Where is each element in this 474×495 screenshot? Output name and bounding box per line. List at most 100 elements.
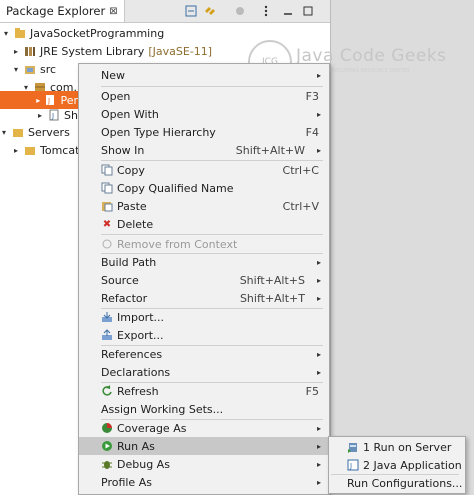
java-app-icon: J <box>347 459 359 471</box>
svg-text:J: J <box>349 462 352 470</box>
submenu-arrow-icon: ▸ <box>316 109 321 119</box>
menu-item-open-with[interactable]: Open With ▸ <box>79 105 329 123</box>
menu-item-copy[interactable]: Copy Ctrl+C <box>79 161 329 179</box>
submenu-arrow-icon: ▸ <box>316 477 321 487</box>
paste-icon <box>101 200 113 212</box>
tree-item-project[interactable]: ▾ JavaSocketProgramming <box>2 24 164 42</box>
delete-icon: ✖ <box>102 218 112 230</box>
collapse-all-icon[interactable] <box>183 3 199 19</box>
expand-arrow-icon[interactable]: ▸ <box>12 47 20 56</box>
expand-arrow-icon[interactable]: ▾ <box>0 128 8 137</box>
menu-item-refresh[interactable]: Refresh F5 <box>79 382 329 400</box>
maximize-icon[interactable] <box>300 3 316 19</box>
menu-label: Paste <box>117 199 147 213</box>
menu-item-paste[interactable]: Paste Ctrl+V <box>79 197 329 215</box>
menu-shortcut: F4 <box>305 125 319 139</box>
menu-label: Build Path <box>101 255 157 269</box>
expand-arrow-icon[interactable]: ▾ <box>2 29 10 38</box>
import-icon <box>101 311 113 323</box>
menu-label: New <box>101 68 125 82</box>
menu-shortcut: Shift+Alt+T <box>239 291 305 305</box>
menu-label: Show In <box>101 143 145 157</box>
coverage-icon <box>101 422 113 434</box>
menu-item-declarations[interactable]: Declarations ▸ <box>79 363 329 381</box>
menu-shortcut: Ctrl+V <box>282 199 319 213</box>
copy-icon <box>101 182 113 194</box>
menu-label: Coverage As <box>117 421 187 435</box>
tree-item-jre-library[interactable]: ▸ JRE System Library [JavaSE-11] <box>12 42 212 60</box>
menu-shortcut: Shift+Alt+W <box>235 143 305 157</box>
menu-item-build-path[interactable]: Build Path ▸ <box>79 253 329 271</box>
menu-label: Delete <box>117 217 154 231</box>
menu-shortcut: Shift+Alt+S <box>239 273 305 287</box>
debug-icon <box>101 458 113 470</box>
expand-arrow-icon[interactable]: ▸ <box>36 111 44 120</box>
menu-item-refactor[interactable]: Refactor Shift+Alt+T ▸ <box>79 289 329 307</box>
menu-item-coverage-as[interactable]: Coverage As ▸ <box>79 419 329 437</box>
menu-item-run-as[interactable]: Run As ▸ <box>79 437 329 455</box>
menu-label: Import... <box>117 310 164 324</box>
menu-item-show-in[interactable]: Show In Shift+Alt+W ▸ <box>79 141 329 159</box>
view-tab-bar: Package Explorer ⊠ <box>0 0 330 23</box>
submenu-label: Run Configurations... <box>347 476 463 490</box>
menu-shortcut: F3 <box>305 89 319 103</box>
view-menu-icon[interactable] <box>258 3 274 19</box>
submenu-item-run-on-server[interactable]: 1 Run on Server <box>329 438 465 456</box>
menu-label: Remove from Context <box>117 237 238 251</box>
tree-item-src[interactable]: ▾ src <box>12 60 56 78</box>
menu-label: Assign Working Sets... <box>101 402 224 416</box>
tree-label: JRE System Library <box>40 44 145 58</box>
tree-label: Per <box>60 93 78 107</box>
expand-arrow-icon[interactable]: ▸ <box>36 96 40 105</box>
submenu-arrow-icon: ▸ <box>316 441 321 451</box>
submenu-arrow-icon: ▸ <box>316 145 321 155</box>
run-icon <box>101 440 113 452</box>
menu-item-export[interactable]: Export... <box>79 326 329 344</box>
menu-label: Profile As <box>101 475 152 489</box>
menu-item-import[interactable]: Import... <box>79 308 329 326</box>
submenu-arrow-icon: ▸ <box>316 459 321 469</box>
menu-label: Refresh <box>117 384 159 398</box>
submenu-arrow-icon: ▸ <box>316 275 321 285</box>
context-menu: New ▸ Open F3 Open With ▸ Open Type Hier… <box>78 63 330 495</box>
link-with-editor-icon[interactable] <box>202 3 218 19</box>
menu-item-remove-from-context: Remove from Context <box>79 235 329 253</box>
expand-arrow-icon[interactable]: ▸ <box>12 146 20 155</box>
focus-icon[interactable] <box>232 3 248 19</box>
submenu-arrow-icon: ▸ <box>316 257 321 267</box>
project-icon <box>14 27 26 39</box>
menu-label: Open <box>101 89 131 103</box>
menu-item-profile-as[interactable]: Profile As ▸ <box>79 473 329 491</box>
menu-item-open-type-hierarchy[interactable]: Open Type Hierarchy F4 <box>79 123 329 141</box>
menu-item-copy-qualified-name[interactable]: Copy Qualified Name <box>79 179 329 197</box>
menu-item-debug-as[interactable]: Debug As ▸ <box>79 455 329 473</box>
tree-item-servers[interactable]: ▾ Servers <box>0 123 70 141</box>
remove-context-icon <box>101 238 113 250</box>
java-file-icon: J <box>44 94 56 106</box>
minimize-icon[interactable] <box>280 3 296 19</box>
menu-item-references[interactable]: References ▸ <box>79 345 329 363</box>
menu-label: Declarations <box>101 365 171 379</box>
menu-item-new[interactable]: New ▸ <box>79 66 329 84</box>
tree-label: src <box>40 62 57 76</box>
menu-label: Source <box>101 273 139 287</box>
menu-item-source[interactable]: Source Shift+Alt+S ▸ <box>79 271 329 289</box>
menu-item-delete[interactable]: ✖ Delete <box>79 215 329 233</box>
menu-label: Run As <box>117 439 155 453</box>
menu-label: Refactor <box>101 291 148 305</box>
tab-title: Package Explorer <box>6 4 106 18</box>
menu-item-open[interactable]: Open F3 <box>79 87 329 105</box>
export-icon <box>101 329 113 341</box>
menu-label: Open With <box>101 107 159 121</box>
run-as-submenu: 1 Run on Server J 2 Java Application Run… <box>328 436 466 494</box>
refresh-icon <box>101 385 113 397</box>
svg-text:J: J <box>47 97 50 105</box>
submenu-label: 2 Java Application <box>363 458 462 472</box>
tab-package-explorer[interactable]: Package Explorer ⊠ <box>0 0 125 22</box>
menu-item-assign-working-sets[interactable]: Assign Working Sets... <box>79 400 329 418</box>
close-icon[interactable]: ⊠ <box>109 6 117 17</box>
submenu-item-java-application[interactable]: J 2 Java Application <box>329 456 465 474</box>
menu-label: Copy Qualified Name <box>117 181 234 195</box>
submenu-item-run-configurations[interactable]: Run Configurations... <box>329 474 465 492</box>
expand-arrow-icon[interactable]: ▾ <box>12 65 20 74</box>
